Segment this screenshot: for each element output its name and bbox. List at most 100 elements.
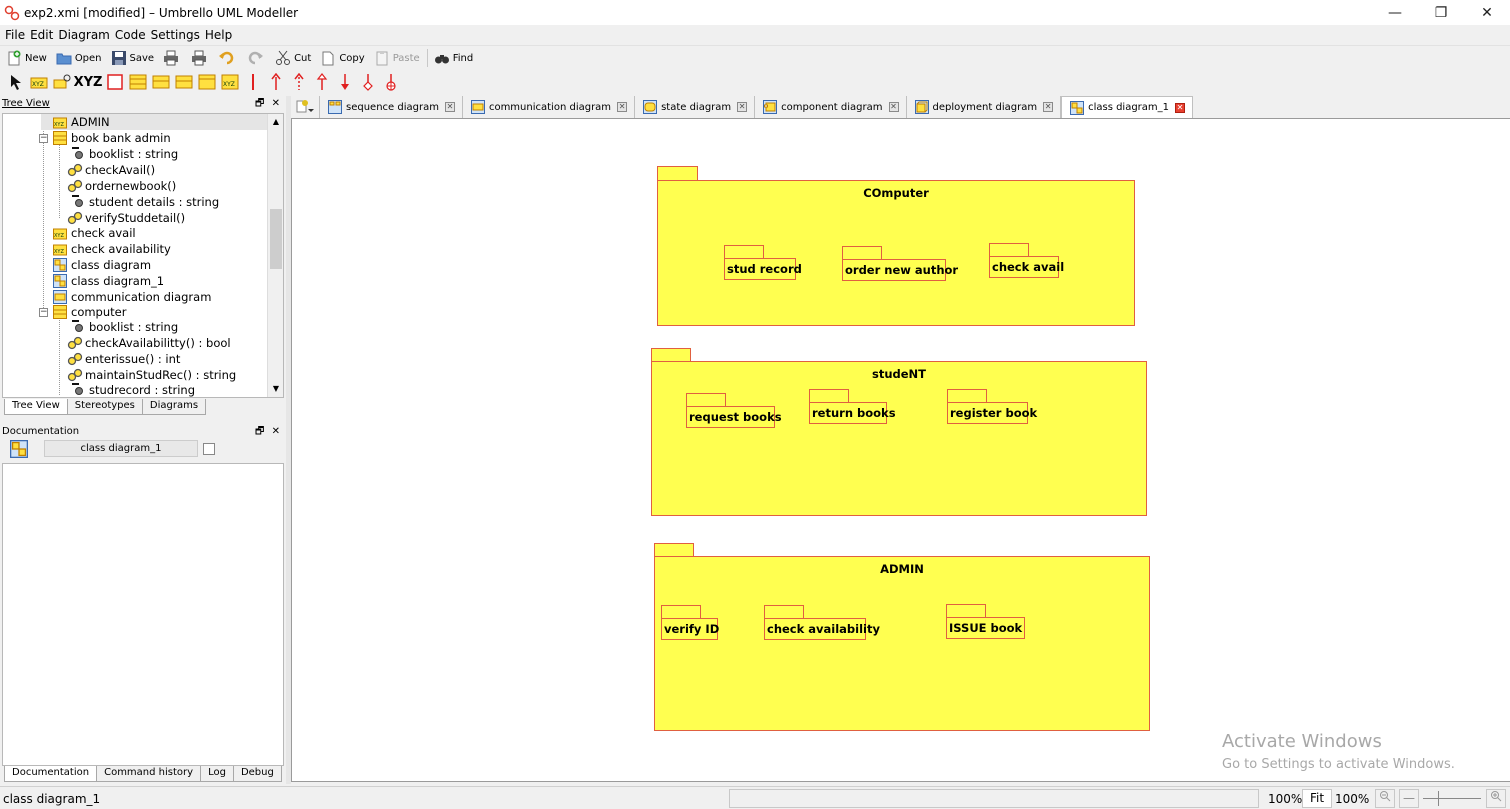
tree-item-check-availability[interactable]: XYZ check availability bbox=[53, 241, 171, 257]
zoom-slider-thumb[interactable] bbox=[1438, 791, 1439, 806]
tab-deployment-diagram[interactable]: deployment diagram ✕ bbox=[907, 96, 1062, 118]
menu-settings[interactable]: Settings bbox=[150, 28, 204, 42]
subpackage-verify-id[interactable]: verify ID bbox=[661, 605, 719, 641]
restore-button[interactable]: ❐ bbox=[1418, 0, 1464, 25]
menu-file[interactable]: File bbox=[4, 28, 29, 42]
tree-scrollbar[interactable]: ▲ ▼ bbox=[267, 114, 283, 397]
tree-item-admin[interactable]: XYZ ADMIN bbox=[41, 114, 271, 130]
tab-class-diagram-1[interactable]: class diagram_1 ✕ bbox=[1061, 96, 1194, 118]
menu-help[interactable]: Help bbox=[204, 28, 236, 42]
tab-log[interactable]: Log bbox=[200, 766, 234, 782]
package-tool[interactable] bbox=[128, 73, 147, 91]
tree-item-operation[interactable]: maintainStudRec() : string bbox=[67, 367, 236, 383]
tree-item-operation[interactable]: checkAvailabilitty() : bool bbox=[67, 335, 231, 351]
tree-item-operation[interactable]: checkAvail() bbox=[67, 162, 155, 178]
collapse-toggle[interactable]: − bbox=[39, 134, 48, 143]
cut-button[interactable]: Cut bbox=[275, 50, 311, 66]
dependency-tool[interactable] bbox=[289, 73, 308, 91]
redo-button[interactable] bbox=[247, 50, 266, 66]
scrollbar-thumb[interactable] bbox=[270, 209, 282, 269]
component-xyz-tool[interactable]: XYZ bbox=[220, 73, 239, 91]
tree-item-class-diagram[interactable]: class diagram bbox=[53, 257, 151, 273]
package-student[interactable]: studeNT request books return books regis… bbox=[651, 348, 1147, 517]
tree-item-class-diagram-1[interactable]: class diagram_1 bbox=[53, 273, 164, 289]
subpackage-stud-record[interactable]: stud record bbox=[724, 245, 802, 281]
tab-component-diagram[interactable]: component diagram ✕ bbox=[755, 96, 907, 118]
zoom-in-icon[interactable] bbox=[1486, 789, 1506, 808]
save-button[interactable]: Save bbox=[111, 50, 154, 66]
tree-view-dock-controls[interactable]: 🗗 ✕ bbox=[255, 96, 282, 113]
select-tool[interactable] bbox=[6, 73, 25, 91]
xyz-text-tool[interactable]: XYZ bbox=[74, 73, 103, 91]
tab-command-history[interactable]: Command history bbox=[96, 766, 202, 782]
tab-communication-diagram[interactable]: communication diagram ✕ bbox=[463, 96, 636, 118]
minimize-button[interactable]: — bbox=[1372, 0, 1418, 25]
subpackage-return-books[interactable]: return books bbox=[809, 389, 896, 425]
tab-tree-view[interactable]: Tree View bbox=[4, 399, 68, 415]
copy-button[interactable]: Copy bbox=[320, 50, 365, 66]
tree-item-attribute[interactable]: student details : string bbox=[71, 194, 219, 210]
subpackage-check-availability[interactable]: check availability bbox=[764, 605, 880, 641]
package-computer[interactable]: COmputer stud record order new author ch… bbox=[657, 166, 1135, 327]
enum-tool[interactable] bbox=[151, 73, 170, 91]
tab-stereotypes[interactable]: Stereotypes bbox=[66, 399, 143, 415]
open-button[interactable]: Open bbox=[56, 50, 102, 66]
tree-item-operation[interactable]: verifyStuddetail() bbox=[67, 210, 185, 226]
collapse-toggle[interactable]: − bbox=[39, 308, 48, 317]
documentation-dock-controls[interactable]: 🗗 ✕ bbox=[255, 424, 282, 441]
zoom-out-icon[interactable] bbox=[1375, 789, 1395, 808]
class-tool[interactable]: XYZ bbox=[29, 73, 48, 91]
find-button[interactable]: Find bbox=[434, 50, 473, 66]
close-tab-icon[interactable]: ✕ bbox=[1043, 102, 1054, 112]
new-button[interactable]: New bbox=[6, 50, 47, 66]
close-tab-icon[interactable]: ✕ bbox=[617, 102, 628, 112]
tab-debug[interactable]: Debug bbox=[232, 766, 282, 782]
realization-tool[interactable] bbox=[312, 73, 331, 91]
interface-tool[interactable] bbox=[52, 73, 71, 91]
tab-documentation[interactable]: Documentation bbox=[4, 766, 98, 782]
tree-item-check-avail[interactable]: XYZ check avail bbox=[53, 225, 136, 241]
menu-code[interactable]: Code bbox=[114, 28, 150, 42]
tab-sequence-diagram[interactable]: sequence diagram ✕ bbox=[320, 96, 463, 118]
print-preview-button[interactable] bbox=[191, 50, 210, 66]
documentation-textarea[interactable] bbox=[2, 463, 284, 766]
aggregation-tool[interactable] bbox=[358, 73, 377, 91]
close-tab-icon[interactable]: ✕ bbox=[1175, 102, 1186, 113]
subpackage-order-new-author[interactable]: order new author bbox=[842, 246, 958, 282]
scroll-down-arrow-icon[interactable]: ▼ bbox=[268, 381, 283, 397]
tree-item-computer[interactable]: computer bbox=[53, 304, 126, 320]
package-admin[interactable]: ADMIN verify ID check availability ISSUE… bbox=[654, 543, 1150, 732]
close-tab-icon[interactable]: ✕ bbox=[444, 102, 455, 112]
close-tab-icon[interactable]: ✕ bbox=[888, 102, 899, 112]
subpackage-request-books[interactable]: request books bbox=[686, 393, 782, 429]
tree-item-operation[interactable]: enterissue() : int bbox=[67, 351, 180, 367]
line-tool[interactable] bbox=[243, 73, 262, 91]
close-window-button[interactable]: ✕ bbox=[1464, 0, 1510, 25]
subpackage-register-book[interactable]: register book bbox=[947, 389, 1037, 425]
scroll-up-arrow-icon[interactable]: ▲ bbox=[268, 114, 283, 130]
menu-diagram[interactable]: Diagram bbox=[57, 28, 114, 42]
tree-item-book-bank-admin[interactable]: book bank admin bbox=[53, 130, 171, 146]
zoom-level-select[interactable]: 100% bbox=[1335, 792, 1369, 806]
diagram-canvas[interactable]: COmputer stud record order new author ch… bbox=[291, 118, 1510, 782]
tab-diagrams[interactable]: Diagrams bbox=[141, 399, 207, 415]
generalization-tool[interactable] bbox=[266, 73, 285, 91]
tree-view[interactable]: XYZ ADMIN − book bank admin booklist : s… bbox=[2, 113, 284, 398]
tab-state-diagram[interactable]: state diagram ✕ bbox=[635, 96, 756, 118]
doc-name-field[interactable]: class diagram_1 bbox=[44, 440, 198, 457]
doc-checkbox[interactable] bbox=[203, 443, 215, 455]
containment-tool[interactable] bbox=[381, 73, 400, 91]
menu-edit[interactable]: Edit bbox=[29, 28, 57, 42]
undo-button[interactable] bbox=[219, 50, 238, 66]
zoom-fit-button[interactable]: Fit bbox=[1302, 789, 1332, 808]
tree-item-attribute[interactable]: booklist : string bbox=[71, 319, 178, 335]
new-diagram-dropdown[interactable] bbox=[291, 96, 320, 118]
tree-item-attribute[interactable]: studrecord : string bbox=[71, 382, 195, 397]
zoom-minus-button[interactable]: — bbox=[1399, 789, 1419, 808]
print-button[interactable] bbox=[163, 50, 182, 66]
tree-item-communication-diagram[interactable]: communication diagram bbox=[53, 289, 211, 305]
zoom-slider[interactable] bbox=[1423, 798, 1481, 799]
entity-tool[interactable] bbox=[197, 73, 216, 91]
close-tab-icon[interactable]: ✕ bbox=[737, 102, 748, 112]
tree-item-attribute[interactable]: booklist : string bbox=[71, 146, 178, 162]
